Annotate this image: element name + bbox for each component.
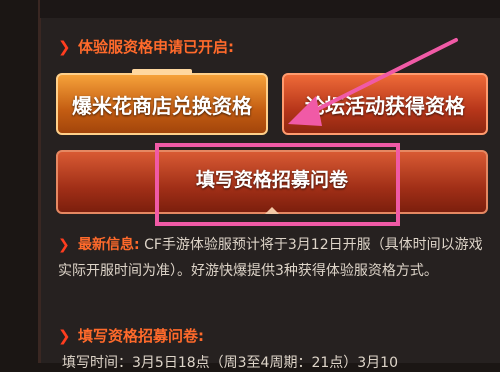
arrow-icon <box>288 38 458 126</box>
news-label: 最新信息: <box>78 237 140 253</box>
chevron-right-icon: ❯ <box>58 237 70 253</box>
section2-title-text: 填写资格招募问卷: <box>78 327 204 345</box>
survey-time-line: 填写时间：3月5日18点（周3至4周期：21点）3月10 <box>62 355 398 371</box>
chevron-right-icon: ❯ <box>58 327 71 345</box>
section-header-survey: ❯ 填写资格招募问卷: <box>58 325 204 346</box>
news-paragraph: ❯ 最新信息: CF手游体验服预计将于3月12日开服（具体时间以游戏实际开服时间为… <box>58 232 496 284</box>
